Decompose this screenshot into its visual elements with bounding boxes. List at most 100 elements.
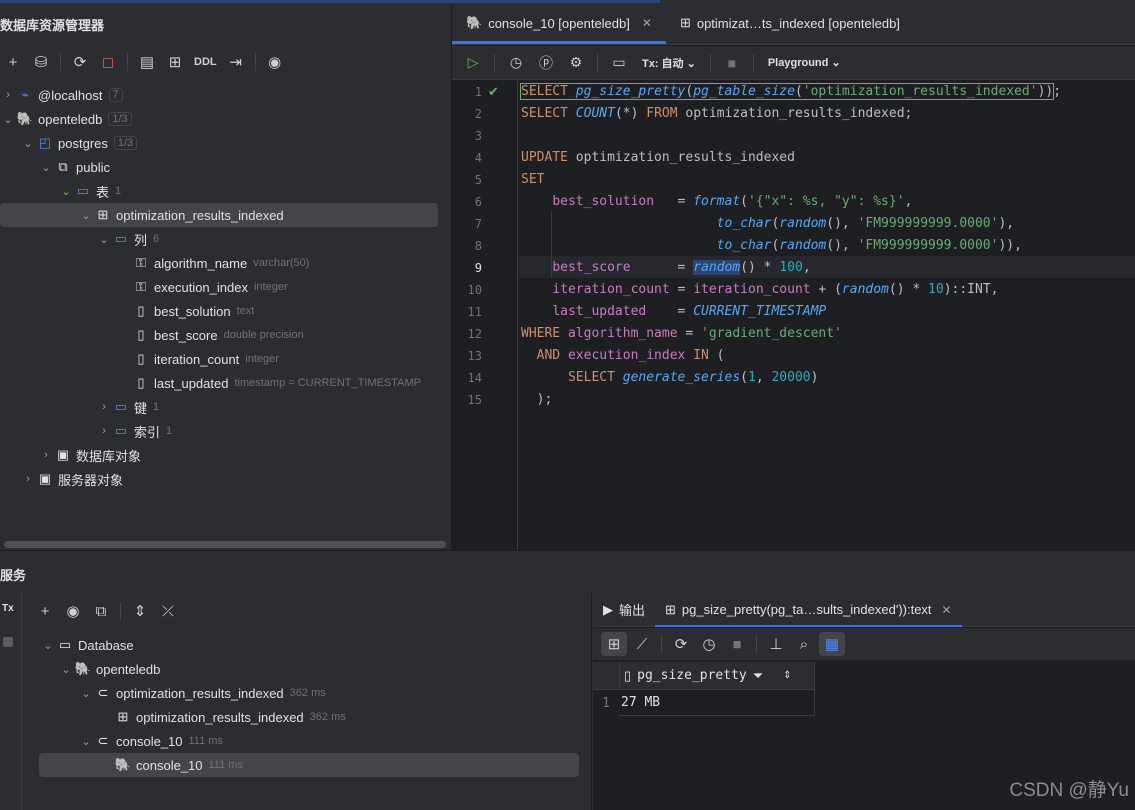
chevron-down-icon[interactable]: ⌄	[78, 687, 94, 700]
ddl-button[interactable]: DDL	[190, 50, 221, 74]
chevron-right-icon[interactable]: ›	[38, 449, 54, 461]
tree-item-postgres[interactable]: ⌄ ◰ postgres 1/3	[20, 131, 138, 155]
table-icon: ⊞	[97, 207, 109, 222]
tree-item-column[interactable]: ▯ best_solution text	[132, 299, 254, 323]
line-number: 5	[474, 173, 482, 187]
horizontal-scrollbar[interactable]	[4, 541, 446, 548]
stop-icon[interactable]: ■	[719, 51, 745, 75]
settings-icon[interactable]: ⚙	[563, 51, 589, 75]
tree-item-table-selected[interactable]: ⌄ ⊞ optimization_results_indexed	[0, 203, 438, 227]
chevron-down-icon[interactable]: ⌄	[38, 161, 54, 174]
editor-toolbar: ▷ ◷ ⓟ ⚙ ▭ Tx: 自动 ⌄ ■ Playground ⌄	[452, 46, 1135, 80]
tree-item-column[interactable]: ▯ iteration_count integer	[132, 347, 279, 371]
eye-icon[interactable]: ◉	[262, 50, 288, 74]
filter-icon[interactable]: ⏷	[753, 668, 763, 684]
chevron-down-icon[interactable]: ⌄	[78, 209, 94, 222]
output-tabs: ▶ 输出 ⊞ pg_size_pretty(pg_ta…sults_indexe…	[593, 593, 1135, 627]
line-number: 10	[467, 283, 482, 297]
database-icon: ◰	[38, 135, 52, 150]
chevron-down-icon[interactable]: ⌄	[0, 113, 16, 126]
line-number: 1	[474, 85, 482, 99]
jump-to-console-icon[interactable]: ▤	[134, 50, 160, 74]
svc-item-console-selected[interactable]: 🐘 console_10 111 ms	[39, 753, 579, 777]
chevron-right-icon[interactable]: ›	[0, 89, 16, 101]
services-panel: 服务 Tx + ◉ ⧉ ⇕ ⤫ ⌄ ▭ Database ⌄ 🐘 opentel…	[0, 550, 1135, 810]
chevron-down-icon[interactable]: ⌄	[78, 735, 94, 748]
search-icon[interactable]: ⌕	[791, 632, 817, 656]
services-tree-panel: Tx + ◉ ⧉ ⇕ ⤫ ⌄ ▭ Database ⌄ 🐘 openteledb	[0, 593, 592, 810]
chevron-down-icon[interactable]: ⌄	[58, 185, 74, 198]
filter-icon[interactable]: ▦	[819, 632, 845, 656]
tab-output[interactable]: ▶ 输出	[593, 593, 655, 627]
tree-item-database-objects[interactable]: › ▣ 数据库对象	[38, 443, 141, 467]
add-icon[interactable]: +	[0, 50, 26, 74]
pin-icon[interactable]: ⊥	[763, 632, 789, 656]
tx-mode-dropdown[interactable]: Tx: 自动 ⌄	[636, 55, 702, 71]
chevron-down-icon[interactable]: ⌄	[96, 233, 112, 246]
grid-view-icon[interactable]: ⊞	[601, 632, 627, 656]
chevron-right-icon[interactable]: ›	[20, 473, 36, 485]
chevron-down-icon[interactable]: ⌄	[58, 663, 74, 676]
code-line: UPDATE optimization_results_indexed	[521, 150, 795, 165]
disconnect-icon[interactable]: ◻	[95, 50, 121, 74]
data-source-properties-icon[interactable]: ⛁	[28, 50, 54, 74]
tree-item-localhost[interactable]: › ⌁ @localhost 7	[0, 83, 123, 107]
tree-item-column[interactable]: ⚿ algorithm_name varchar(50)	[132, 251, 309, 275]
tree-item-keys[interactable]: › ▭ 键 1	[96, 395, 159, 419]
sort-icon[interactable]: ⇕	[783, 670, 791, 681]
column-header[interactable]: ▯ pg_size_pretty ⏷ ⇕	[619, 661, 815, 690]
services-title: 服务	[0, 568, 27, 583]
table-row[interactable]: 1 27 MB	[593, 690, 815, 716]
stop-icon[interactable]	[3, 637, 13, 647]
expand-all-icon[interactable]: ⇕	[127, 599, 153, 623]
tab-console-10[interactable]: 🐘 console_10 [openteledb] ✕	[452, 2, 666, 44]
collapse-all-icon[interactable]: ⤫	[155, 599, 181, 623]
playground-dropdown[interactable]: Playground ⌄	[762, 56, 847, 69]
run-icon[interactable]: ▷	[460, 51, 486, 75]
tree-item-columns[interactable]: ⌄ ▭ 列 6	[96, 227, 159, 251]
history-icon[interactable]: ◷	[696, 632, 722, 656]
column-icon: ▯	[137, 351, 145, 366]
table-icon: ⊞	[117, 709, 129, 724]
explain-plan-icon[interactable]: ⓟ	[533, 51, 559, 75]
datasource-icon: ⌁	[21, 87, 29, 102]
chart-icon[interactable]: ⟋	[629, 632, 655, 656]
tree-item-column[interactable]: ▯ last_updated timestamp = CURRENT_TIMES…	[132, 371, 421, 395]
tree-item-tables[interactable]: ⌄ ▭ 表 1	[58, 179, 121, 203]
svc-item-database[interactable]: ⌄ ▭ Database	[40, 633, 133, 657]
chevron-down-icon[interactable]: ⌄	[40, 639, 56, 652]
tx-label[interactable]: Tx	[2, 603, 14, 614]
table-cell[interactable]: 27 MB	[619, 690, 815, 716]
tree-item-column[interactable]: ▯ best_score double precision	[132, 323, 303, 347]
output-icon[interactable]: ▭	[606, 51, 632, 75]
tab-result[interactable]: ⊞ pg_size_pretty(pg_ta…sults_indexed')):…	[655, 593, 962, 627]
history-icon[interactable]: ◷	[503, 51, 529, 75]
result-toolbar: ⊞ ⟋ ⟳ ◷ ■ ⊥ ⌕ ▦	[593, 628, 1135, 660]
table-icon[interactable]: ⊞	[162, 50, 188, 74]
svc-item-openteledb[interactable]: ⌄ 🐘 openteledb	[58, 657, 160, 681]
tree-item-column[interactable]: ⚿ execution_index integer	[132, 275, 288, 299]
stop-icon[interactable]: ■	[724, 632, 750, 656]
refresh-icon[interactable]: ⟳	[67, 50, 93, 74]
chevron-down-icon[interactable]: ⌄	[20, 137, 36, 150]
tab-table-editor[interactable]: ⊞ optimizat…ts_indexed [openteledb]	[666, 2, 914, 44]
folder-icon: ▭	[58, 637, 72, 652]
refresh-icon[interactable]: ⟳	[668, 632, 694, 656]
chevron-right-icon[interactable]: ›	[96, 425, 112, 437]
chevron-right-icon[interactable]: ›	[96, 401, 112, 413]
schema-icon: ⧉	[58, 159, 68, 174]
tree-item-public[interactable]: ⌄ ⧉ public	[38, 155, 110, 179]
collapse-icon[interactable]: ⇥	[223, 50, 249, 74]
close-icon[interactable]: ✕	[642, 16, 652, 30]
tree-item-openteledb[interactable]: ⌄ 🐘 openteledb 1/3	[0, 107, 132, 131]
eye-icon[interactable]: ◉	[60, 599, 86, 623]
new-tab-icon[interactable]: ⧉	[88, 599, 114, 623]
close-icon[interactable]: ✕	[942, 603, 952, 617]
svc-item-session[interactable]: ⌄ ⊂ optimization_results_indexed 362 ms	[78, 681, 325, 705]
tree-item-indexes[interactable]: › ▭ 索引 1	[96, 419, 172, 443]
svc-item-table-editor[interactable]: ⊞ optimization_results_indexed 362 ms	[114, 705, 346, 729]
add-icon[interactable]: +	[32, 599, 58, 623]
panel-title: 数据库资源管理器	[0, 18, 105, 33]
tree-item-server-objects[interactable]: › ▣ 服务器对象	[20, 467, 123, 491]
svc-item-session[interactable]: ⌄ ⊂ console_10 111 ms	[78, 729, 223, 753]
